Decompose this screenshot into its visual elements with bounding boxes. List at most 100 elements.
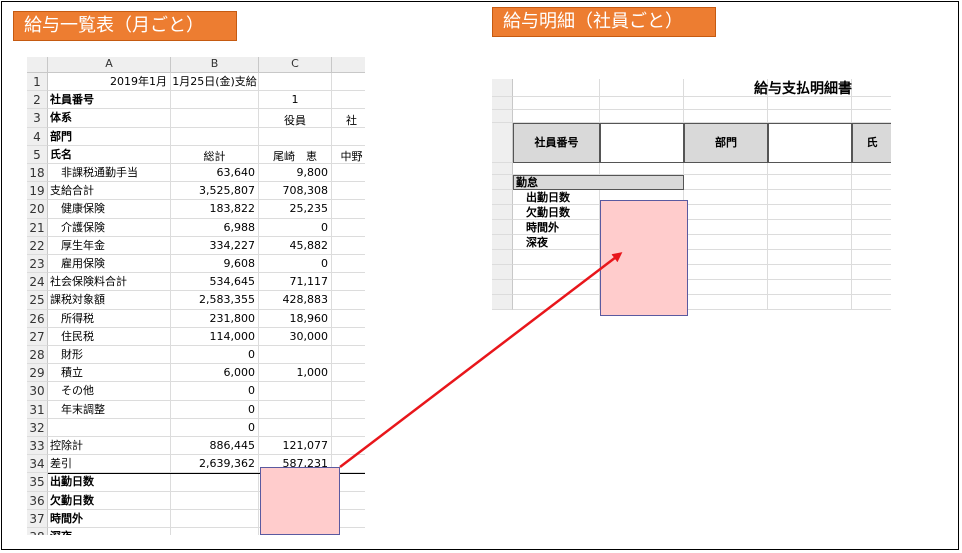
slip-cell[interactable]: [684, 110, 768, 123]
next-employee-cell[interactable]: [332, 382, 365, 401]
total-cell[interactable]: [171, 127, 259, 146]
row-number[interactable]: 26: [27, 309, 48, 328]
slip-cell[interactable]: [852, 235, 891, 250]
next-employee-cell[interactable]: [332, 255, 365, 274]
row-number[interactable]: 21: [27, 218, 48, 237]
row-number[interactable]: 37: [27, 509, 48, 528]
row-number[interactable]: 19: [27, 182, 48, 201]
row-number[interactable]: [492, 175, 513, 190]
employee-value-cell[interactable]: 1,000: [259, 364, 332, 383]
total-cell[interactable]: 231,800: [171, 309, 259, 328]
employee-value-cell[interactable]: [259, 127, 332, 146]
total-cell[interactable]: 総計: [171, 145, 259, 164]
next-employee-cell[interactable]: [332, 237, 365, 255]
slip-cell[interactable]: [852, 97, 891, 110]
next-employee-cell[interactable]: [332, 273, 365, 292]
row-number[interactable]: [492, 190, 513, 205]
slip-cell[interactable]: [684, 163, 768, 175]
slip-cell[interactable]: [684, 97, 768, 110]
row-label-cell[interactable]: 社会保険料合計: [48, 273, 171, 292]
employee-value-cell[interactable]: 428,883: [259, 291, 332, 310]
row-label-cell[interactable]: 積立: [48, 364, 171, 383]
row-number[interactable]: 25: [27, 291, 48, 310]
slip-cell[interactable]: [684, 295, 768, 310]
slip-cell[interactable]: [852, 110, 891, 123]
slip-cell[interactable]: [768, 190, 852, 205]
row-number[interactable]: 23: [27, 255, 48, 274]
total-cell[interactable]: 334,227: [171, 236, 259, 255]
column-header-d[interactable]: [332, 57, 365, 73]
total-cell[interactable]: 9,608: [171, 255, 259, 274]
total-cell[interactable]: [171, 473, 259, 492]
row-number[interactable]: 38: [27, 528, 48, 535]
slip-cell[interactable]: [768, 205, 852, 220]
row-label-cell[interactable]: その他: [48, 382, 171, 401]
next-employee-cell[interactable]: [332, 219, 365, 237]
row-number[interactable]: 1: [27, 73, 48, 92]
slip-cell[interactable]: [852, 295, 891, 310]
total-cell[interactable]: 183,822: [171, 200, 259, 219]
total-cell[interactable]: 1月25日(金)支給: [171, 73, 259, 92]
slip-cell[interactable]: [852, 265, 891, 280]
employee-value-cell[interactable]: 25,235: [259, 200, 332, 219]
slip-cell[interactable]: [600, 163, 684, 175]
next-employee-cell[interactable]: [332, 364, 365, 383]
row-number[interactable]: 33: [27, 437, 48, 456]
row-label-cell[interactable]: 雇用保険: [48, 255, 171, 274]
slip-cell[interactable]: [600, 110, 684, 123]
row-label-cell[interactable]: 支給合計: [48, 182, 171, 201]
column-header-c[interactable]: C: [259, 57, 332, 73]
slip-cell[interactable]: [513, 280, 600, 295]
employee-value-cell[interactable]: 0: [259, 255, 332, 274]
row-number[interactable]: [492, 280, 513, 295]
row-number[interactable]: 28: [27, 346, 48, 365]
slip-cell[interactable]: [513, 250, 600, 265]
next-employee-cell[interactable]: [332, 73, 365, 92]
row-number[interactable]: [492, 163, 513, 175]
slip-cell[interactable]: [852, 163, 891, 175]
total-cell[interactable]: [171, 491, 259, 510]
attendance-input-range[interactable]: [600, 200, 688, 316]
row-label-cell[interactable]: 2019年1月: [48, 73, 171, 92]
slip-cell[interactable]: [513, 97, 600, 110]
employee-value-cell[interactable]: 役員: [259, 109, 332, 128]
row-label-cell[interactable]: 社員番号: [48, 91, 171, 110]
row-label-cell[interactable]: 非課税通勤手当: [48, 164, 171, 183]
slip-cell[interactable]: [684, 190, 768, 205]
row-label-cell[interactable]: 体系: [48, 109, 171, 128]
row-label-cell[interactable]: 健康保険: [48, 200, 171, 219]
slip-cell[interactable]: [768, 265, 852, 280]
slip-cell[interactable]: [852, 280, 891, 295]
row-number[interactable]: 35: [27, 473, 48, 492]
row-number[interactable]: [492, 205, 513, 220]
row-label-cell[interactable]: 差引: [48, 455, 171, 474]
next-employee-cell[interactable]: [332, 164, 365, 183]
slip-cell[interactable]: [600, 79, 684, 97]
slip-cell[interactable]: [684, 220, 768, 235]
employee-value-cell[interactable]: [259, 73, 332, 92]
total-cell[interactable]: [171, 509, 259, 528]
slip-cell[interactable]: [600, 97, 684, 110]
next-employee-cell[interactable]: [332, 182, 365, 201]
total-cell[interactable]: 114,000: [171, 327, 259, 346]
row-number[interactable]: [492, 250, 513, 265]
slip-cell[interactable]: [768, 280, 852, 295]
row-number[interactable]: 24: [27, 273, 48, 292]
header-value-box[interactable]: [768, 123, 852, 163]
row-number[interactable]: 3: [27, 109, 48, 128]
total-cell[interactable]: 2,583,355: [171, 291, 259, 310]
row-number[interactable]: 22: [27, 236, 48, 255]
slip-cell[interactable]: [684, 280, 768, 295]
next-employee-cell[interactable]: [332, 128, 365, 146]
slip-cell[interactable]: [768, 110, 852, 123]
row-number[interactable]: [492, 265, 513, 280]
slip-cell[interactable]: [768, 175, 852, 190]
row-number[interactable]: 4: [27, 127, 48, 146]
total-cell[interactable]: 886,445: [171, 437, 259, 456]
row-label-cell[interactable]: 住民税: [48, 327, 171, 346]
row-number[interactable]: [492, 110, 513, 123]
slip-cell[interactable]: [684, 250, 768, 265]
row-label-cell[interactable]: 財形: [48, 346, 171, 365]
row-number[interactable]: [492, 79, 513, 97]
row-number[interactable]: [492, 220, 513, 235]
